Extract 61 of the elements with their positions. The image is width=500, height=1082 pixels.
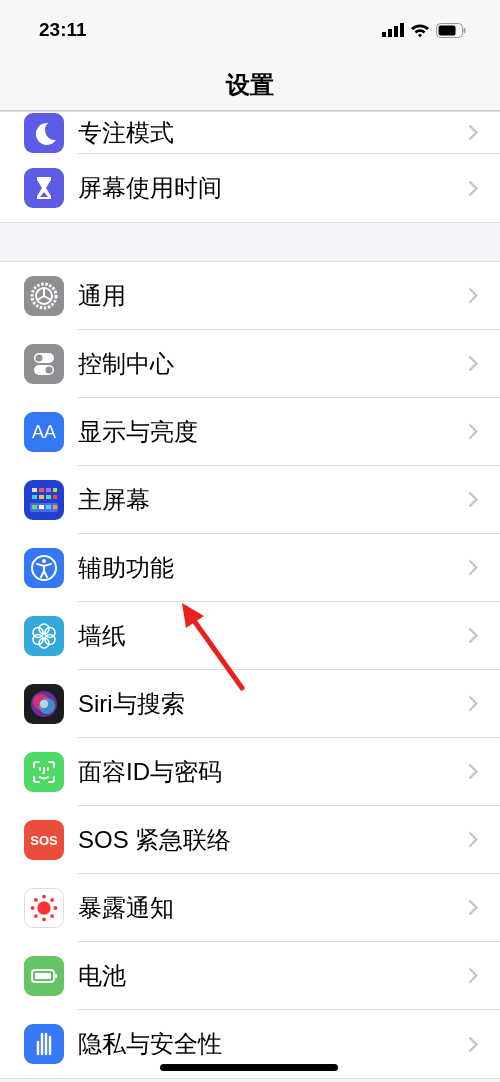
- chevron-icon: [468, 355, 478, 372]
- chevron-icon: [468, 287, 478, 304]
- chevron-icon: [468, 627, 478, 644]
- settings-row[interactable]: 面容ID与密码: [0, 738, 500, 806]
- face-scan-icon: [24, 752, 64, 792]
- settings-row[interactable]: 通用: [0, 262, 500, 330]
- chevron-icon: [468, 967, 478, 984]
- hourglass-icon: [24, 168, 64, 208]
- row-label: Siri与搜索: [78, 689, 185, 718]
- settings-row[interactable]: AA 显示与亮度: [0, 398, 500, 466]
- accessibility-icon: [24, 548, 64, 588]
- row-label: SOS 紧急联络: [78, 825, 232, 854]
- chevron-icon: [468, 763, 478, 780]
- settings-row[interactable]: 控制中心: [0, 330, 500, 398]
- row-label: 隐私与安全性: [78, 1030, 222, 1058]
- row-label: 显示与亮度: [78, 417, 198, 446]
- chevron-icon: [468, 831, 478, 848]
- chevron-icon: [468, 559, 478, 576]
- chevron-icon: [468, 491, 478, 508]
- settings-row[interactable]: SOS SOS 紧急联络: [0, 806, 500, 874]
- row-label: 主屏幕: [78, 485, 150, 514]
- sos-icon: SOS: [24, 820, 64, 860]
- settings-row[interactable]: 屏幕使用时间: [0, 154, 500, 222]
- chevron-icon: [468, 423, 478, 440]
- row-label: 专注模式: [78, 118, 174, 147]
- row-label: 屏幕使用时间: [78, 174, 222, 202]
- app-grid-icon: [24, 480, 64, 520]
- row-label: 电池: [78, 961, 126, 990]
- settings-row[interactable]: 主屏幕: [0, 466, 500, 534]
- gear-icon: [24, 276, 64, 316]
- settings-row[interactable]: Siri与搜索: [0, 670, 500, 738]
- row-label: 辅助功能: [78, 553, 174, 582]
- chevron-icon: [468, 899, 478, 916]
- text-size-icon: AA: [24, 412, 64, 452]
- settings-row[interactable]: 隐私与安全性: [0, 1010, 500, 1078]
- toggles-icon: [24, 344, 64, 384]
- status-time: 23:11: [39, 19, 87, 41]
- settings-row[interactable]: 暴露通知: [0, 874, 500, 942]
- chevron-icon: [468, 179, 478, 197]
- battery-icon: [24, 956, 64, 996]
- dots-ring-icon: [24, 888, 64, 928]
- chevron-icon: [468, 695, 478, 712]
- chevron-icon: [468, 1035, 478, 1053]
- moon-icon: [24, 113, 64, 153]
- wifi-icon: [410, 22, 430, 38]
- hand-icon: [24, 1024, 64, 1064]
- row-label: 面容ID与密码: [78, 757, 222, 786]
- settings-row[interactable]: 辅助功能: [0, 534, 500, 602]
- chevron-icon: [468, 124, 478, 141]
- row-label: 暴露通知: [78, 893, 174, 922]
- signal-icon: [382, 23, 404, 37]
- settings-row[interactable]: 专注模式: [0, 112, 500, 154]
- settings-row[interactable]: 墙纸: [0, 602, 500, 670]
- battery-icon: [436, 22, 466, 38]
- orb-icon: [24, 684, 64, 724]
- flower-icon: [24, 616, 64, 656]
- row-label: 墙纸: [78, 621, 126, 650]
- row-label: 控制中心: [78, 349, 174, 378]
- settings-row[interactable]: 电池: [0, 942, 500, 1010]
- page-title: 设置: [226, 70, 274, 100]
- row-label: 通用: [78, 281, 126, 310]
